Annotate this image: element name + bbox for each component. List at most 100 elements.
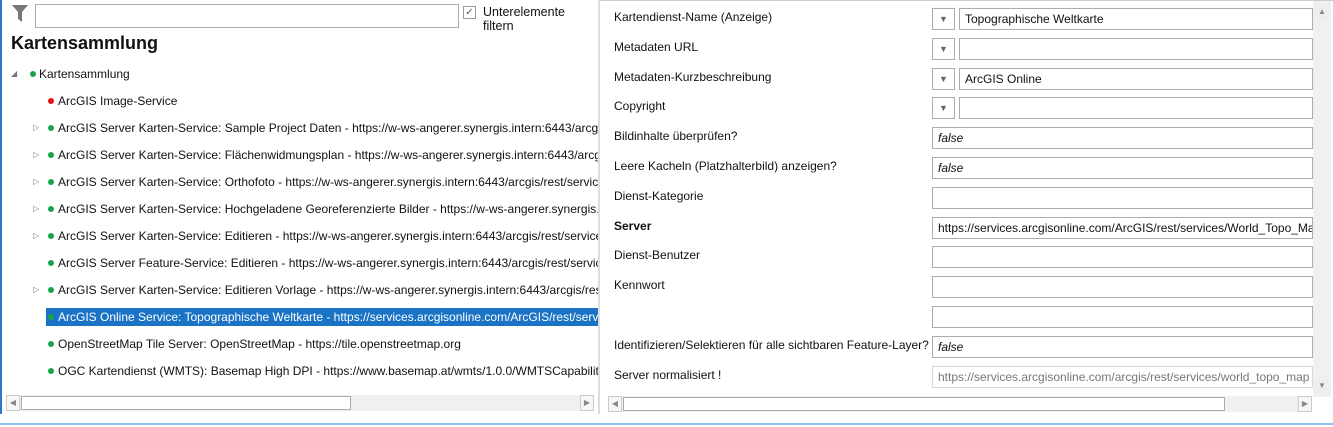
properties-vertical-scrollbar[interactable]: ▲ ▼ [1313,1,1331,397]
tree-item-label: ArcGIS Image-Service [58,94,178,108]
property-value-field[interactable] [959,97,1313,120]
tree-item[interactable]: ArcGIS Server Feature-Service: Editieren… [2,254,598,272]
property-label: Kennwort [614,278,665,293]
tree-item-label: ArcGIS Server Karten-Service: Editieren … [58,283,598,297]
property-label: Metadaten URL [614,39,699,54]
tree-item[interactable]: ▷ ArcGIS Server Karten-Service: Sample Pr… [2,119,598,137]
status-dot-icon [48,125,54,131]
tree-item-label: ArcGIS Server Karten-Service: Orthofoto … [58,175,598,189]
tree-item-label: ArcGIS Server Feature-Service: Editieren… [58,256,598,270]
collapse-icon[interactable]: ◢ [11,65,17,83]
tree-item[interactable]: ▷ ArcGIS Server Karten-Service: Orthofoto… [2,173,598,191]
expand-icon[interactable]: ▷ [33,173,39,191]
filter-input[interactable] [35,4,459,28]
status-dot-icon [48,233,54,239]
scroll-down-icon[interactable]: ▼ [1314,379,1330,395]
property-value-field[interactable] [932,186,1313,209]
tree-root-label: Kartensammlung [39,67,130,81]
property-label: Copyright [614,99,666,114]
property-value-field[interactable] [932,246,1313,269]
properties-panel: Kartendienst-Name (Anzeige) ▼ Topographisc… [600,0,1333,414]
property-value-field[interactable] [932,306,1313,328]
property-label: Leere Kacheln (Platzhalterbild) anzeigen… [614,159,837,173]
property-value-field[interactable]: false [932,335,1313,358]
tree-item-label: ArcGIS Server Karten-Service: Flächenwid… [58,148,598,162]
property-label: Dienst-Benutzer [614,248,701,263]
tree-item-content: OpenStreetMap Tile Server: OpenStreetMap… [48,335,461,353]
tree-item-label: ArcGIS Server Karten-Service: Hochgelade… [58,202,598,216]
expand-icon[interactable]: ▷ [33,200,39,218]
status-dot-icon [48,260,54,266]
panel-title: Kartensammlung [11,33,159,53]
status-dot-icon [48,314,54,320]
tree-item-label: ArcGIS Server Karten-Service: Editieren … [58,229,598,243]
scroll-left-icon[interactable]: ◀ [6,395,20,411]
status-dot-icon [30,71,36,77]
property-label: Bildinhalte überprüfen? [614,129,738,144]
property-value-field[interactable]: false [932,157,1313,179]
status-border [0,423,1333,425]
tree-item[interactable]: ArcGIS Online Service: Topographische We… [2,308,598,326]
tree-item-content: ArcGIS Server Karten-Service: Sample Pro… [48,119,598,137]
dropdown-arrow-icon[interactable]: ▼ [932,97,955,120]
tree-item-label: ArcGIS Online Service: Topographische We… [58,310,598,324]
scroll-right-icon[interactable]: ▶ [580,395,594,411]
properties-horizontal-scrollbar[interactable]: ◀ ▶ [608,396,1312,412]
tree-item[interactable]: ▷ ArcGIS Server Karten-Service: Hochgelad… [2,200,598,218]
tree-item-content: ArcGIS Server Karten-Service: Flächenwid… [48,146,598,164]
tree-item-content: ArcGIS Server Feature-Service: Editieren… [48,254,598,272]
status-dot-icon [48,368,54,374]
expand-icon[interactable]: ▷ [33,146,39,164]
property-value-field[interactable]: https://services.arcgisonline.com/ArcGIS… [932,216,1313,239]
property-value-field: https://services.arcgisonline.com/arcgis… [932,365,1313,388]
tree-item-content: ArcGIS Server Karten-Service: Orthofoto … [48,173,598,191]
scrollbar-thumb[interactable] [21,396,351,410]
status-dot-icon [48,287,54,293]
property-label: Kartendienst-Name (Anzeige) [614,10,773,24]
scroll-up-icon[interactable]: ▲ [1314,5,1330,21]
scrollbar-thumb[interactable] [623,397,1225,411]
tree-item-content: ArcGIS Server Karten-Service: Editieren … [48,227,598,245]
tree-item[interactable]: OGC Kartendienst (WMTS): Basemap High DP… [2,362,598,380]
status-dot-icon [48,206,54,212]
tree-item-content: OGC Kartendienst (WMTS): Basemap High DP… [48,362,598,380]
property-label: Dienst-Kategorie [614,188,704,203]
status-dot-icon [48,179,54,185]
filter-icon[interactable] [12,5,28,26]
tree-item-label: OGC Kartendienst (WMTS): Basemap High DP… [58,364,598,378]
property-value-field[interactable]: Topographische Weltkarte [959,8,1313,30]
dropdown-arrow-icon[interactable]: ▼ [932,8,955,30]
tree-item-content: ArcGIS Server Karten-Service: Hochgelade… [48,200,598,218]
scroll-left-icon[interactable]: ◀ [608,396,622,412]
tree-item[interactable]: ▷ ArcGIS Server Karten-Service: Editieren… [2,281,598,299]
status-dot-icon [48,98,54,104]
property-value-field[interactable]: ArcGIS Online [959,67,1313,90]
tree-root[interactable]: ◢ Kartensammlung [2,65,302,83]
property-label: Server [614,218,652,233]
property-value-field[interactable] [932,276,1313,299]
property-label: Metadaten-Kurzbeschreibung [614,69,772,84]
tree-horizontal-scrollbar[interactable]: ◀ ▶ [6,395,594,411]
tree-item-label: OpenStreetMap Tile Server: OpenStreetMap… [58,337,461,351]
tree-item[interactable]: OpenStreetMap Tile Server: OpenStreetMap… [2,335,598,353]
expand-icon[interactable]: ▷ [33,119,39,137]
tree-item-content: ArcGIS Image-Service [48,92,177,110]
tree-item-content: ArcGIS Online Service: Topographische We… [46,308,598,326]
tree-item-content: ArcGIS Server Karten-Service: Editieren … [48,281,598,299]
scroll-right-icon[interactable]: ▶ [1298,396,1312,412]
property-label: Identifizieren/Selektieren für alle sich… [614,337,929,352]
map-collection-panel: ✓ Unterelemente filtern Kartensammlung ◢… [0,0,598,414]
property-value-field[interactable] [959,37,1313,60]
dropdown-arrow-icon[interactable]: ▼ [932,67,955,90]
property-label: Server normalisiert ! [614,367,722,382]
expand-icon[interactable]: ▷ [33,227,39,245]
tree-item[interactable]: ▷ ArcGIS Server Karten-Service: Flächenwi… [2,146,598,164]
subfilter-label: Unterelemente filtern [483,5,565,33]
status-dot-icon [48,152,54,158]
tree-item[interactable]: ArcGIS Image-Service [2,92,598,110]
tree-item[interactable]: ▷ ArcGIS Server Karten-Service: Editieren… [2,227,598,245]
subfilter-checkbox[interactable]: ✓ [463,6,476,19]
property-value-field[interactable]: false [932,127,1313,150]
dropdown-arrow-icon[interactable]: ▼ [932,37,955,60]
expand-icon[interactable]: ▷ [33,281,39,299]
